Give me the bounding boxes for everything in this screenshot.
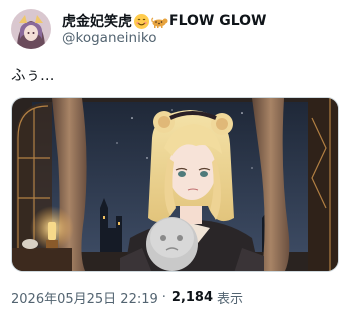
tweet-timestamp[interactable]: 2026年05月25日 22:19 — [11, 288, 158, 307]
author-display-suffix: FLOW GLOW — [169, 13, 267, 29]
tweet-card: 虎金妃笑虎 FLOW GLOW @koganeiniko ふぅ… 2026年05… — [0, 0, 350, 310]
author-handle[interactable]: @koganeiniko — [62, 30, 156, 46]
author-display-name: 虎金妃笑虎 — [62, 14, 132, 30]
leopard-icon — [151, 13, 168, 30]
smiling-face-icon — [133, 13, 150, 30]
tweet-meta: 2026年05月25日 22:19 · 2,184 表示 — [11, 288, 243, 307]
meta-separator: · — [161, 290, 166, 305]
views-count: 2,184 — [171, 290, 214, 305]
avatar[interactable] — [11, 9, 51, 49]
tweet-text: ふぅ… — [11, 68, 55, 84]
views-label: 表示 — [217, 292, 244, 307]
author-name[interactable]: 虎金妃笑虎 FLOW GLOW — [62, 11, 266, 31]
tweet-media-image[interactable] — [11, 97, 339, 272]
